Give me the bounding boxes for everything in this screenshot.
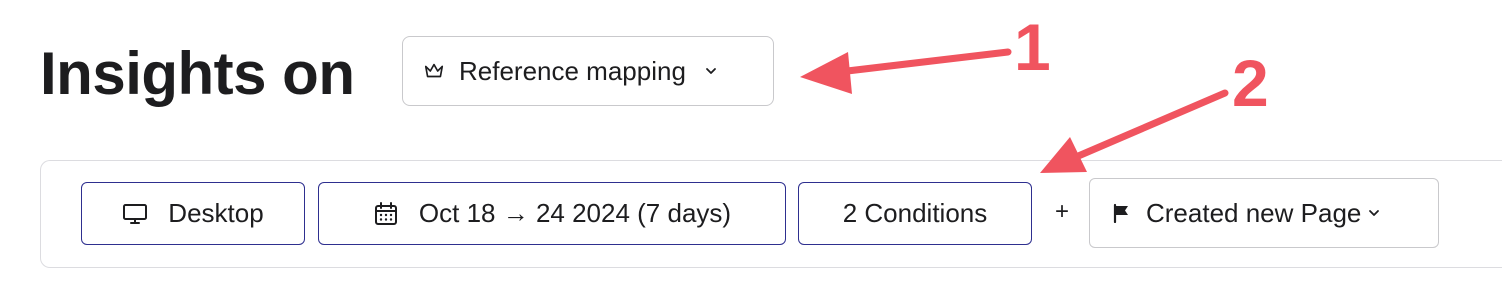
arrow-annotation-1 xyxy=(800,48,1012,94)
annotation-arrows xyxy=(800,48,1229,173)
annotation-number-1: 1 xyxy=(1014,10,1051,84)
annotation-number-2: 2 xyxy=(1232,46,1269,120)
arrow-annotation-2 xyxy=(1040,89,1229,173)
